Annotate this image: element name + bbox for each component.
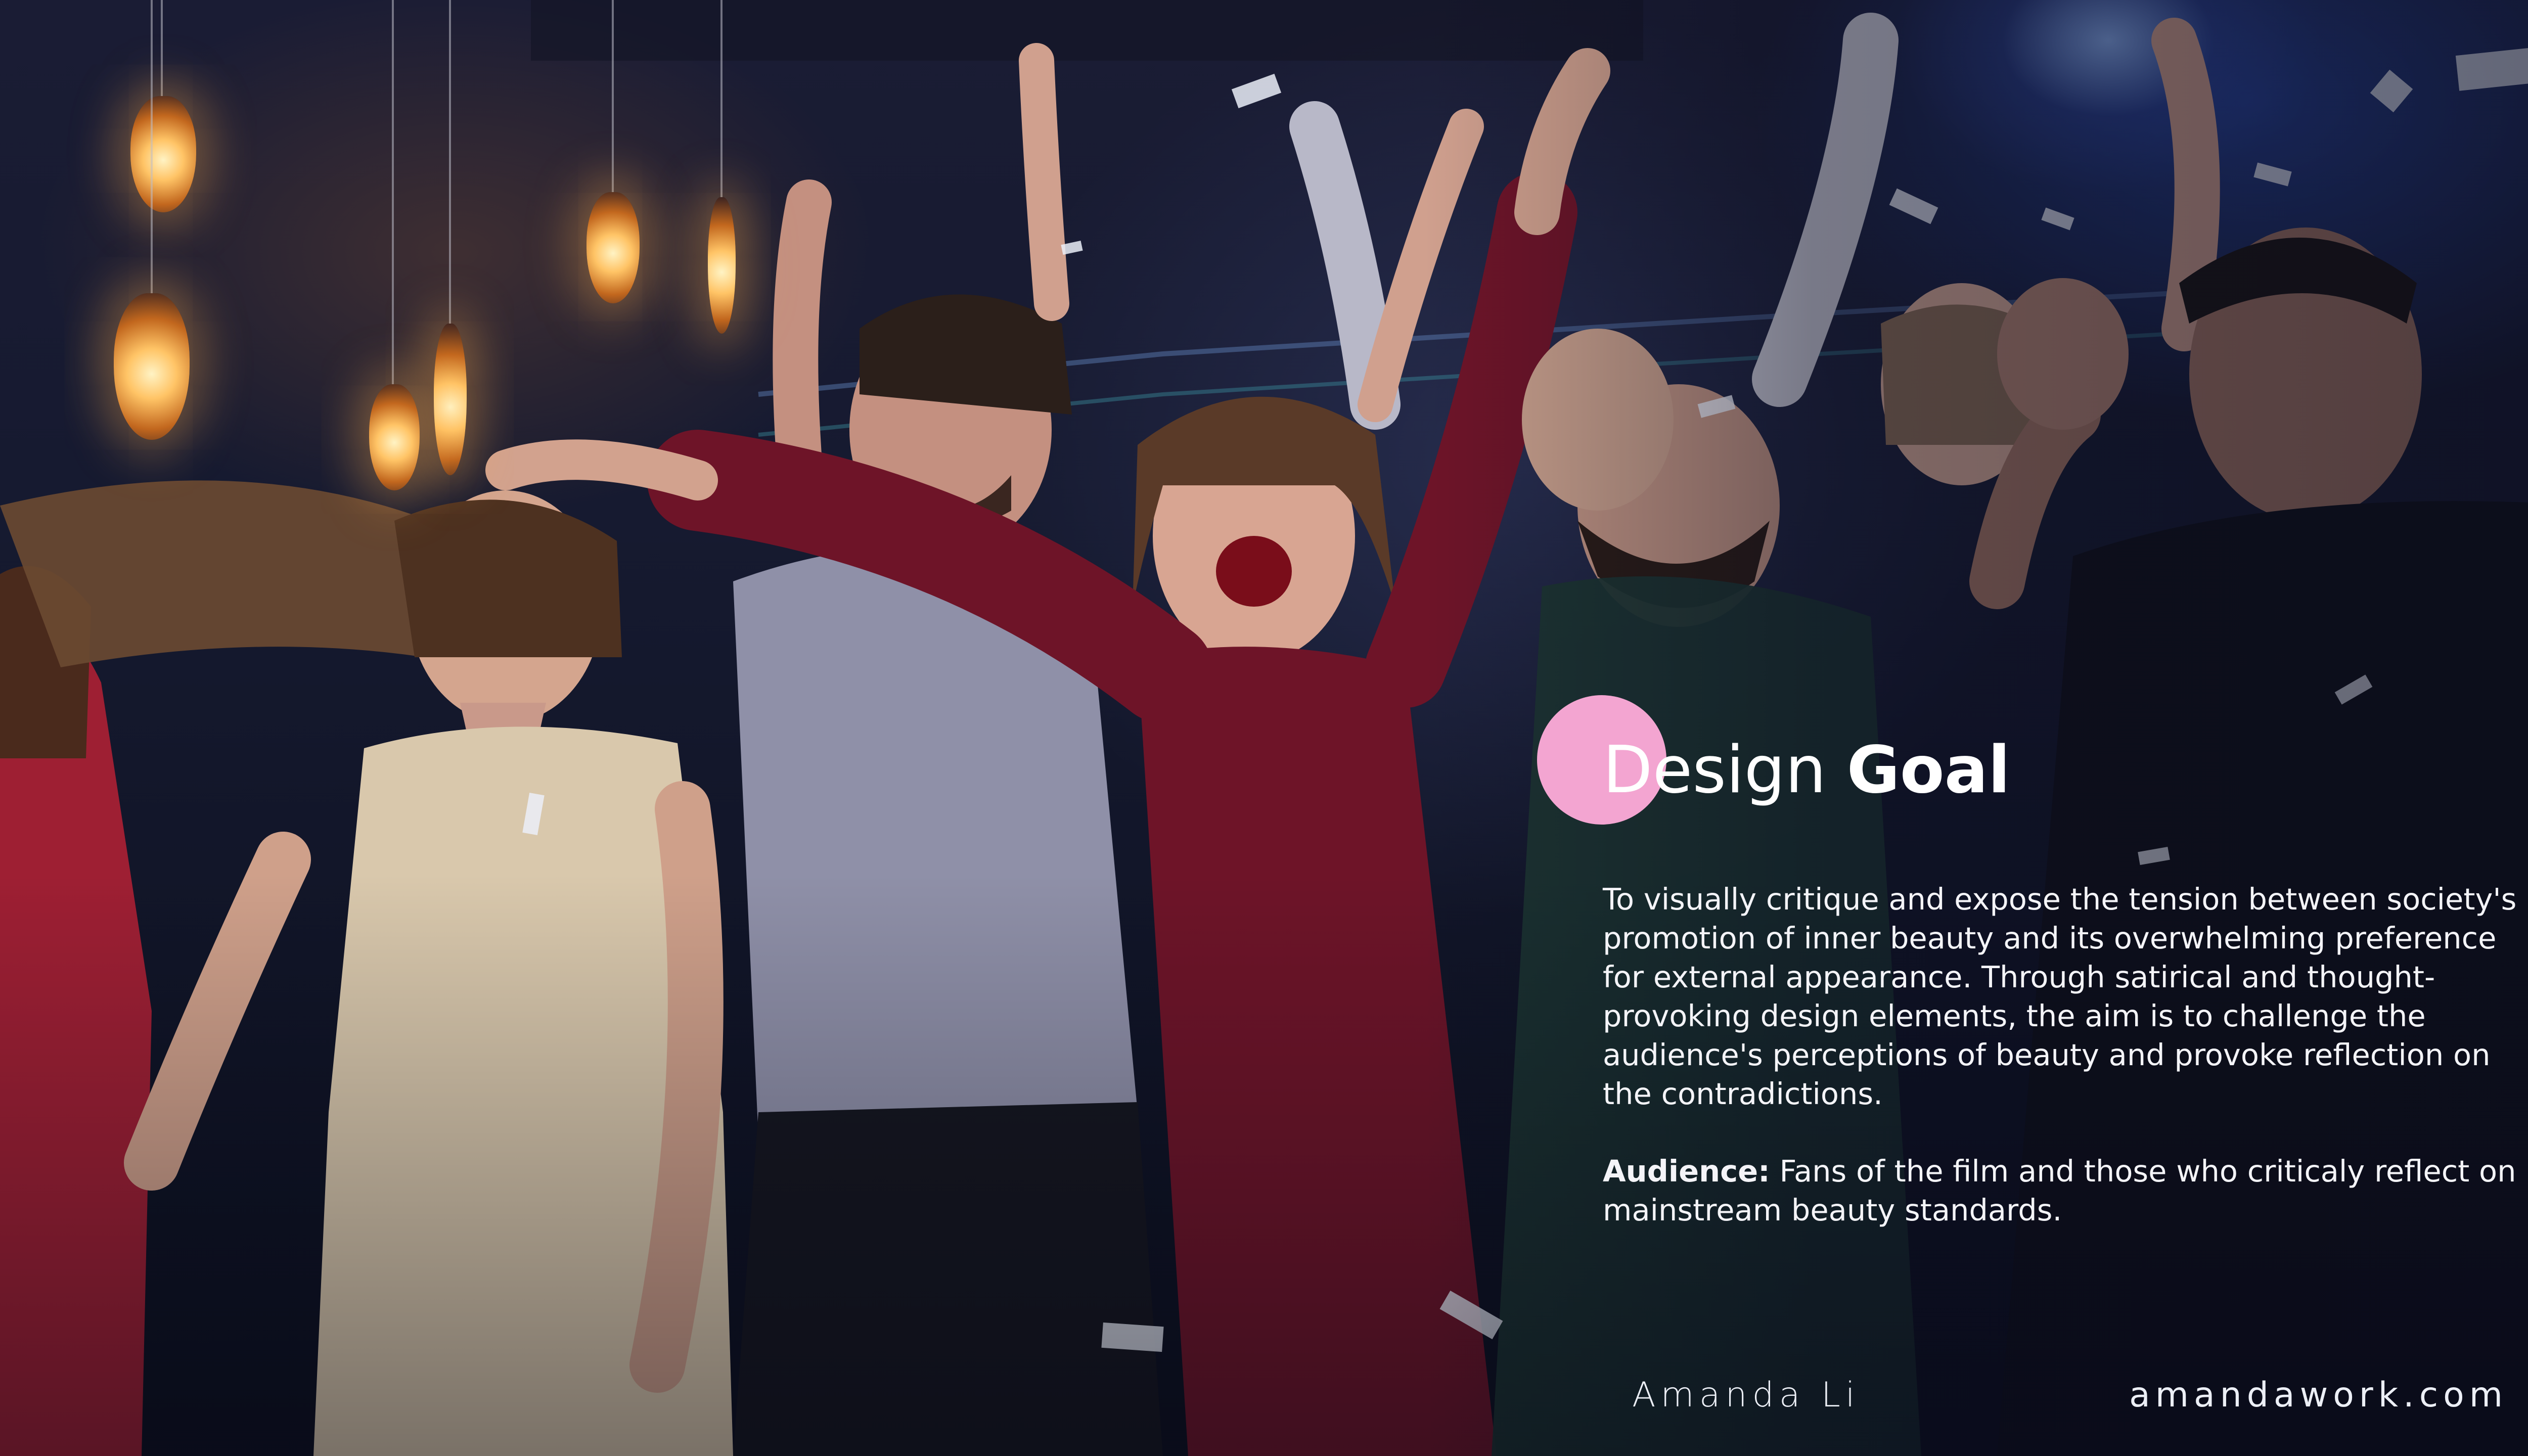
author-name: Amanda Li	[1632, 1375, 1860, 1415]
website-link[interactable]: amandawork.com	[2129, 1375, 2508, 1415]
readability-overlay	[0, 0, 2528, 1456]
slide: Design Goal To visually critique and exp…	[0, 0, 2528, 1456]
heading-regular: Design	[1603, 733, 1847, 808]
slide-heading: Design Goal	[1603, 733, 2010, 807]
heading-bold: Goal	[1846, 733, 2010, 808]
design-goal-description: To visually critique and expose the tens…	[1603, 882, 2517, 1111]
audience-statement: Audience: Fans of the film and those who…	[1603, 1152, 2528, 1230]
audience-label: Audience:	[1603, 1154, 1770, 1189]
